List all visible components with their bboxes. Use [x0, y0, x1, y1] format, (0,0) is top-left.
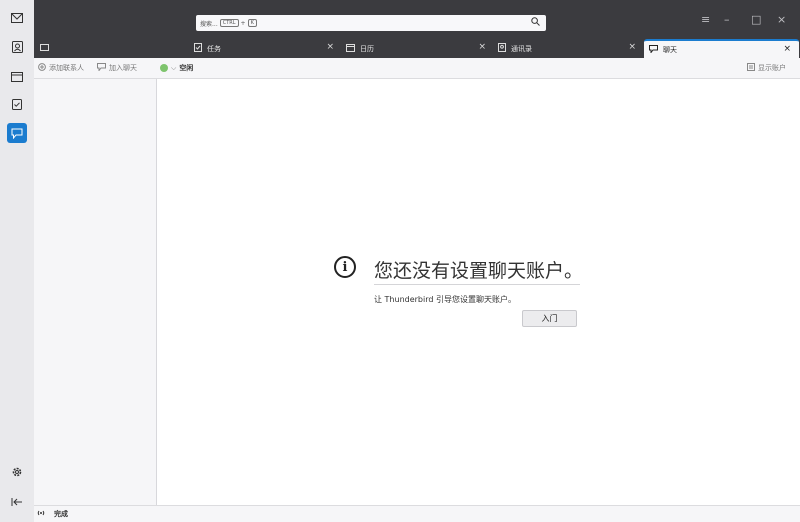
no-account-description: 让 Thunderbird 引导您设置聊天账户。 [374, 295, 516, 304]
conversation-pane [157, 79, 800, 505]
chat-icon [649, 44, 658, 55]
add-contact-button[interactable]: 添加联系人 [38, 63, 84, 73]
search-placeholder: 搜索... [200, 20, 218, 28]
minimize-button[interactable]: – [724, 13, 730, 26]
status-selector[interactable]: ⌵ 空闲 [160, 63, 193, 73]
status-dot [160, 64, 168, 72]
close-tab-icon[interactable]: × [478, 42, 486, 52]
join-chat-button[interactable]: 加入聊天 [97, 63, 137, 73]
tasks-icon[interactable] [7, 94, 27, 114]
spaces-toolbar [0, 0, 35, 522]
status-text: 完成 [54, 510, 68, 518]
tab-label: 通讯录 [511, 44, 532, 53]
tab-calendar[interactable]: 日历 × [344, 39, 494, 58]
join-chat-icon [97, 63, 106, 73]
join-chat-label: 加入聊天 [109, 64, 137, 72]
tab-strip: 任务 × 日历 × 通讯录 × 聊天 × [34, 36, 800, 58]
app-menu-button[interactable]: ≡ [701, 13, 710, 26]
tasks-icon [194, 43, 202, 54]
tab-label: 聊天 [663, 45, 677, 54]
tab-address-book[interactable]: 通讯录 × [496, 39, 644, 58]
close-tab-icon[interactable]: × [628, 42, 636, 52]
show-accounts-button[interactable]: 显示账户 [747, 63, 786, 73]
maximize-button[interactable]: □ [751, 13, 761, 26]
add-contact-icon [38, 63, 46, 73]
no-account-heading: 您还没有设置聊天账户。 [374, 260, 584, 282]
accounts-icon [747, 63, 755, 73]
tab-tasks[interactable]: 任务 × [192, 39, 342, 58]
search-input[interactable]: 搜索... CTRL + K [196, 15, 546, 31]
calendar-icon [346, 43, 355, 54]
tab-label: 任务 [207, 44, 221, 53]
add-contact-label: 添加联系人 [49, 64, 84, 72]
tab-label: 日历 [360, 44, 374, 53]
contacts-pane [34, 79, 157, 505]
tab-chat[interactable]: 聊天 × [644, 39, 799, 58]
status-bar: 完成 [34, 505, 800, 522]
info-icon: i [334, 256, 356, 278]
shortcut-key: K [247, 19, 257, 27]
close-window-button[interactable]: × [777, 13, 786, 26]
online-status-icon[interactable] [36, 509, 46, 519]
mail-icon [40, 44, 49, 53]
get-started-button[interactable]: 入门 [522, 310, 577, 327]
shortcut-plus: + [240, 19, 246, 27]
search-icon[interactable] [531, 17, 540, 28]
show-accounts-label: 显示账户 [758, 64, 786, 72]
shortcut-ctrl: CTRL [219, 19, 239, 27]
mail-icon[interactable] [7, 8, 27, 28]
close-tab-icon[interactable]: × [783, 44, 791, 54]
address-book-icon [498, 43, 506, 54]
chevron-down-icon: ⌵ [171, 63, 177, 72]
calendar-icon[interactable] [7, 66, 27, 86]
chat-icon[interactable] [7, 123, 27, 143]
address-book-icon[interactable] [7, 37, 27, 57]
collapse-left-icon[interactable] [7, 492, 27, 512]
heading-divider [374, 284, 580, 285]
status-label: 空闲 [179, 64, 194, 72]
close-tab-icon[interactable]: × [326, 42, 334, 52]
chat-toolbar: 添加联系人 加入聊天 ⌵ 空闲 显示账户 [34, 58, 800, 79]
gear-icon[interactable] [7, 462, 27, 482]
tab-mail[interactable] [38, 39, 190, 58]
